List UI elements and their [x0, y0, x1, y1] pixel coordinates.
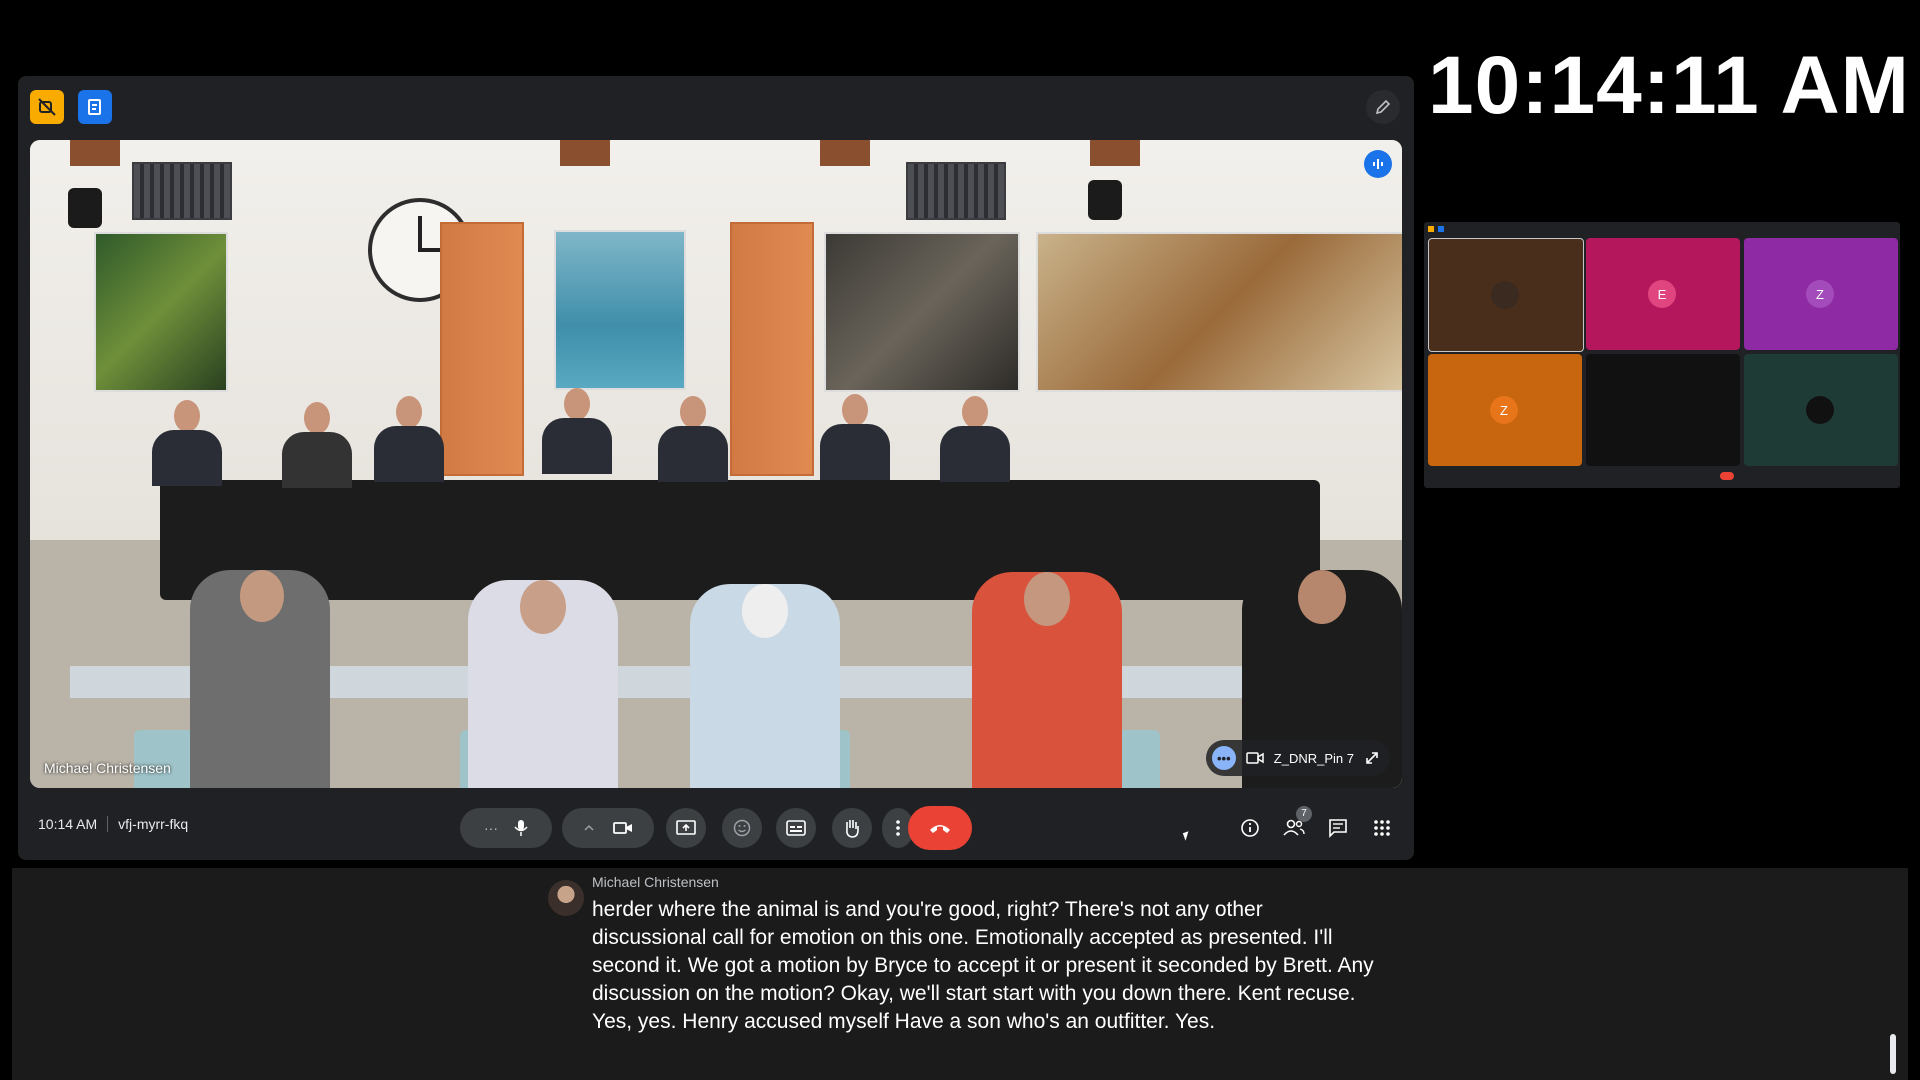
- panelist: [148, 400, 226, 486]
- mini-grid-preview[interactable]: E Z Z: [1424, 222, 1900, 488]
- mini-tile[interactable]: E: [1586, 238, 1740, 350]
- audio-level-icon: [1373, 159, 1383, 169]
- pinned-tile-chip[interactable]: ••• Z_DNR_Pin 7: [1205, 740, 1390, 776]
- caption-text: herder where the animal is and you're go…: [592, 898, 1374, 1033]
- more-options-icon[interactable]: •••: [1211, 746, 1236, 770]
- audience-member: [972, 572, 1122, 788]
- bison-photo: [824, 232, 1020, 392]
- emoji-icon: [733, 819, 751, 837]
- end-call-button[interactable]: [908, 806, 972, 850]
- caption-speaker: Michael Christensen: [592, 874, 719, 890]
- pheasant-photo: [1036, 232, 1402, 392]
- ceiling-beam: [820, 140, 870, 166]
- notes-icon: [88, 99, 101, 115]
- panelist: [654, 396, 732, 482]
- present-button[interactable]: [666, 808, 706, 848]
- microphone-control[interactable]: ···: [460, 808, 552, 848]
- camera-icon: [1246, 752, 1264, 764]
- mini-end-call-icon: [1720, 472, 1734, 480]
- no-recording-icon: [38, 98, 56, 116]
- meeting-code: vfj-myrr-fkq: [118, 816, 189, 832]
- mini-avatar: [1806, 396, 1834, 424]
- notes-button[interactable]: [78, 90, 112, 124]
- emoji-button[interactable]: [722, 808, 762, 848]
- air-vent: [906, 162, 1006, 220]
- captions-icon: [786, 820, 806, 836]
- room-camera: [1088, 180, 1122, 220]
- panelist: [936, 396, 1014, 482]
- raise-hand-icon: [846, 820, 859, 838]
- mini-tile[interactable]: Z: [1744, 238, 1898, 350]
- panelist: [278, 402, 356, 488]
- camera-control[interactable]: [562, 808, 654, 848]
- meeting-info: 10:14 AM vfj-myrr-fkq: [38, 816, 188, 832]
- ceiling-beam: [1090, 140, 1140, 166]
- ceiling-beam: [560, 140, 610, 166]
- chat-button[interactable]: [1322, 812, 1354, 844]
- room-camera: [68, 188, 102, 228]
- mini-avatar: [1491, 281, 1519, 309]
- more-vert-icon: [896, 820, 900, 836]
- edit-layout-button[interactable]: [1366, 90, 1400, 124]
- captions-button[interactable]: [776, 808, 816, 848]
- panelist: [370, 396, 448, 482]
- audience-member: [690, 584, 840, 788]
- expand-icon[interactable]: [1364, 750, 1380, 766]
- duck-photo: [554, 230, 686, 390]
- pinned-tile-name: Z_DNR_Pin 7: [1273, 750, 1354, 766]
- meeting-time: 10:14 AM: [38, 816, 98, 832]
- end-call-icon: [930, 825, 950, 833]
- microphone-icon: [514, 820, 528, 836]
- recording-off-button[interactable]: [30, 90, 64, 124]
- audio-options-icon[interactable]: ···: [484, 820, 498, 836]
- mini-toolbar: [1424, 466, 1900, 488]
- panelist: [816, 394, 894, 480]
- mini-recording-icon: [1428, 226, 1434, 232]
- speaker-name-tag: Michael Christensen: [44, 760, 171, 776]
- mini-avatar: E: [1648, 280, 1676, 308]
- chevron-up-icon[interactable]: [583, 822, 595, 834]
- divider: [107, 816, 109, 832]
- mini-tile[interactable]: Z: [1428, 354, 1582, 466]
- audience-member: [190, 570, 330, 788]
- mini-avatar: Z: [1806, 280, 1834, 308]
- participant-count-badge: 7: [1296, 806, 1312, 822]
- captions-panel: Michael Christensen herder where the ani…: [12, 868, 1908, 1080]
- video-camera-icon: [613, 822, 632, 834]
- meet-window: Michael Christensen ••• Z_DNR_Pin 7 10:1…: [18, 76, 1414, 860]
- audience-member: [468, 580, 618, 788]
- meeting-details-button[interactable]: [1234, 812, 1266, 844]
- people-button[interactable]: 7: [1278, 806, 1312, 844]
- info-icon: [1241, 819, 1259, 837]
- mini-tile[interactable]: [1586, 354, 1740, 466]
- apps-icon: [1374, 820, 1390, 836]
- door: [730, 222, 814, 476]
- mini-tile[interactable]: [1428, 238, 1584, 352]
- chat-icon: [1329, 819, 1347, 838]
- panelist: [538, 388, 616, 474]
- audio-level-indicator: [1364, 150, 1392, 178]
- overlay-clock: 10:14:11 AM: [1428, 40, 1910, 131]
- panel-table: [160, 480, 1320, 600]
- activities-button[interactable]: [1366, 812, 1398, 844]
- mini-tile[interactable]: [1744, 354, 1898, 466]
- main-video-feed[interactable]: Michael Christensen ••• Z_DNR_Pin 7: [30, 140, 1402, 788]
- present-screen-icon: [676, 820, 696, 835]
- deer-photo: [94, 232, 228, 392]
- meeting-toolbar: 10:14 AM vfj-myrr-fkq ··· 7: [18, 800, 1414, 856]
- mini-avatar: Z: [1490, 396, 1518, 424]
- raise-hand-button[interactable]: [832, 808, 872, 848]
- door: [440, 222, 524, 476]
- ceiling-beam: [70, 140, 120, 166]
- avatar: [548, 880, 584, 916]
- mini-notes-icon: [1438, 226, 1444, 232]
- captions-scrollbar[interactable]: [1890, 1034, 1896, 1074]
- pencil-icon: [1375, 99, 1391, 115]
- air-vent: [132, 162, 232, 220]
